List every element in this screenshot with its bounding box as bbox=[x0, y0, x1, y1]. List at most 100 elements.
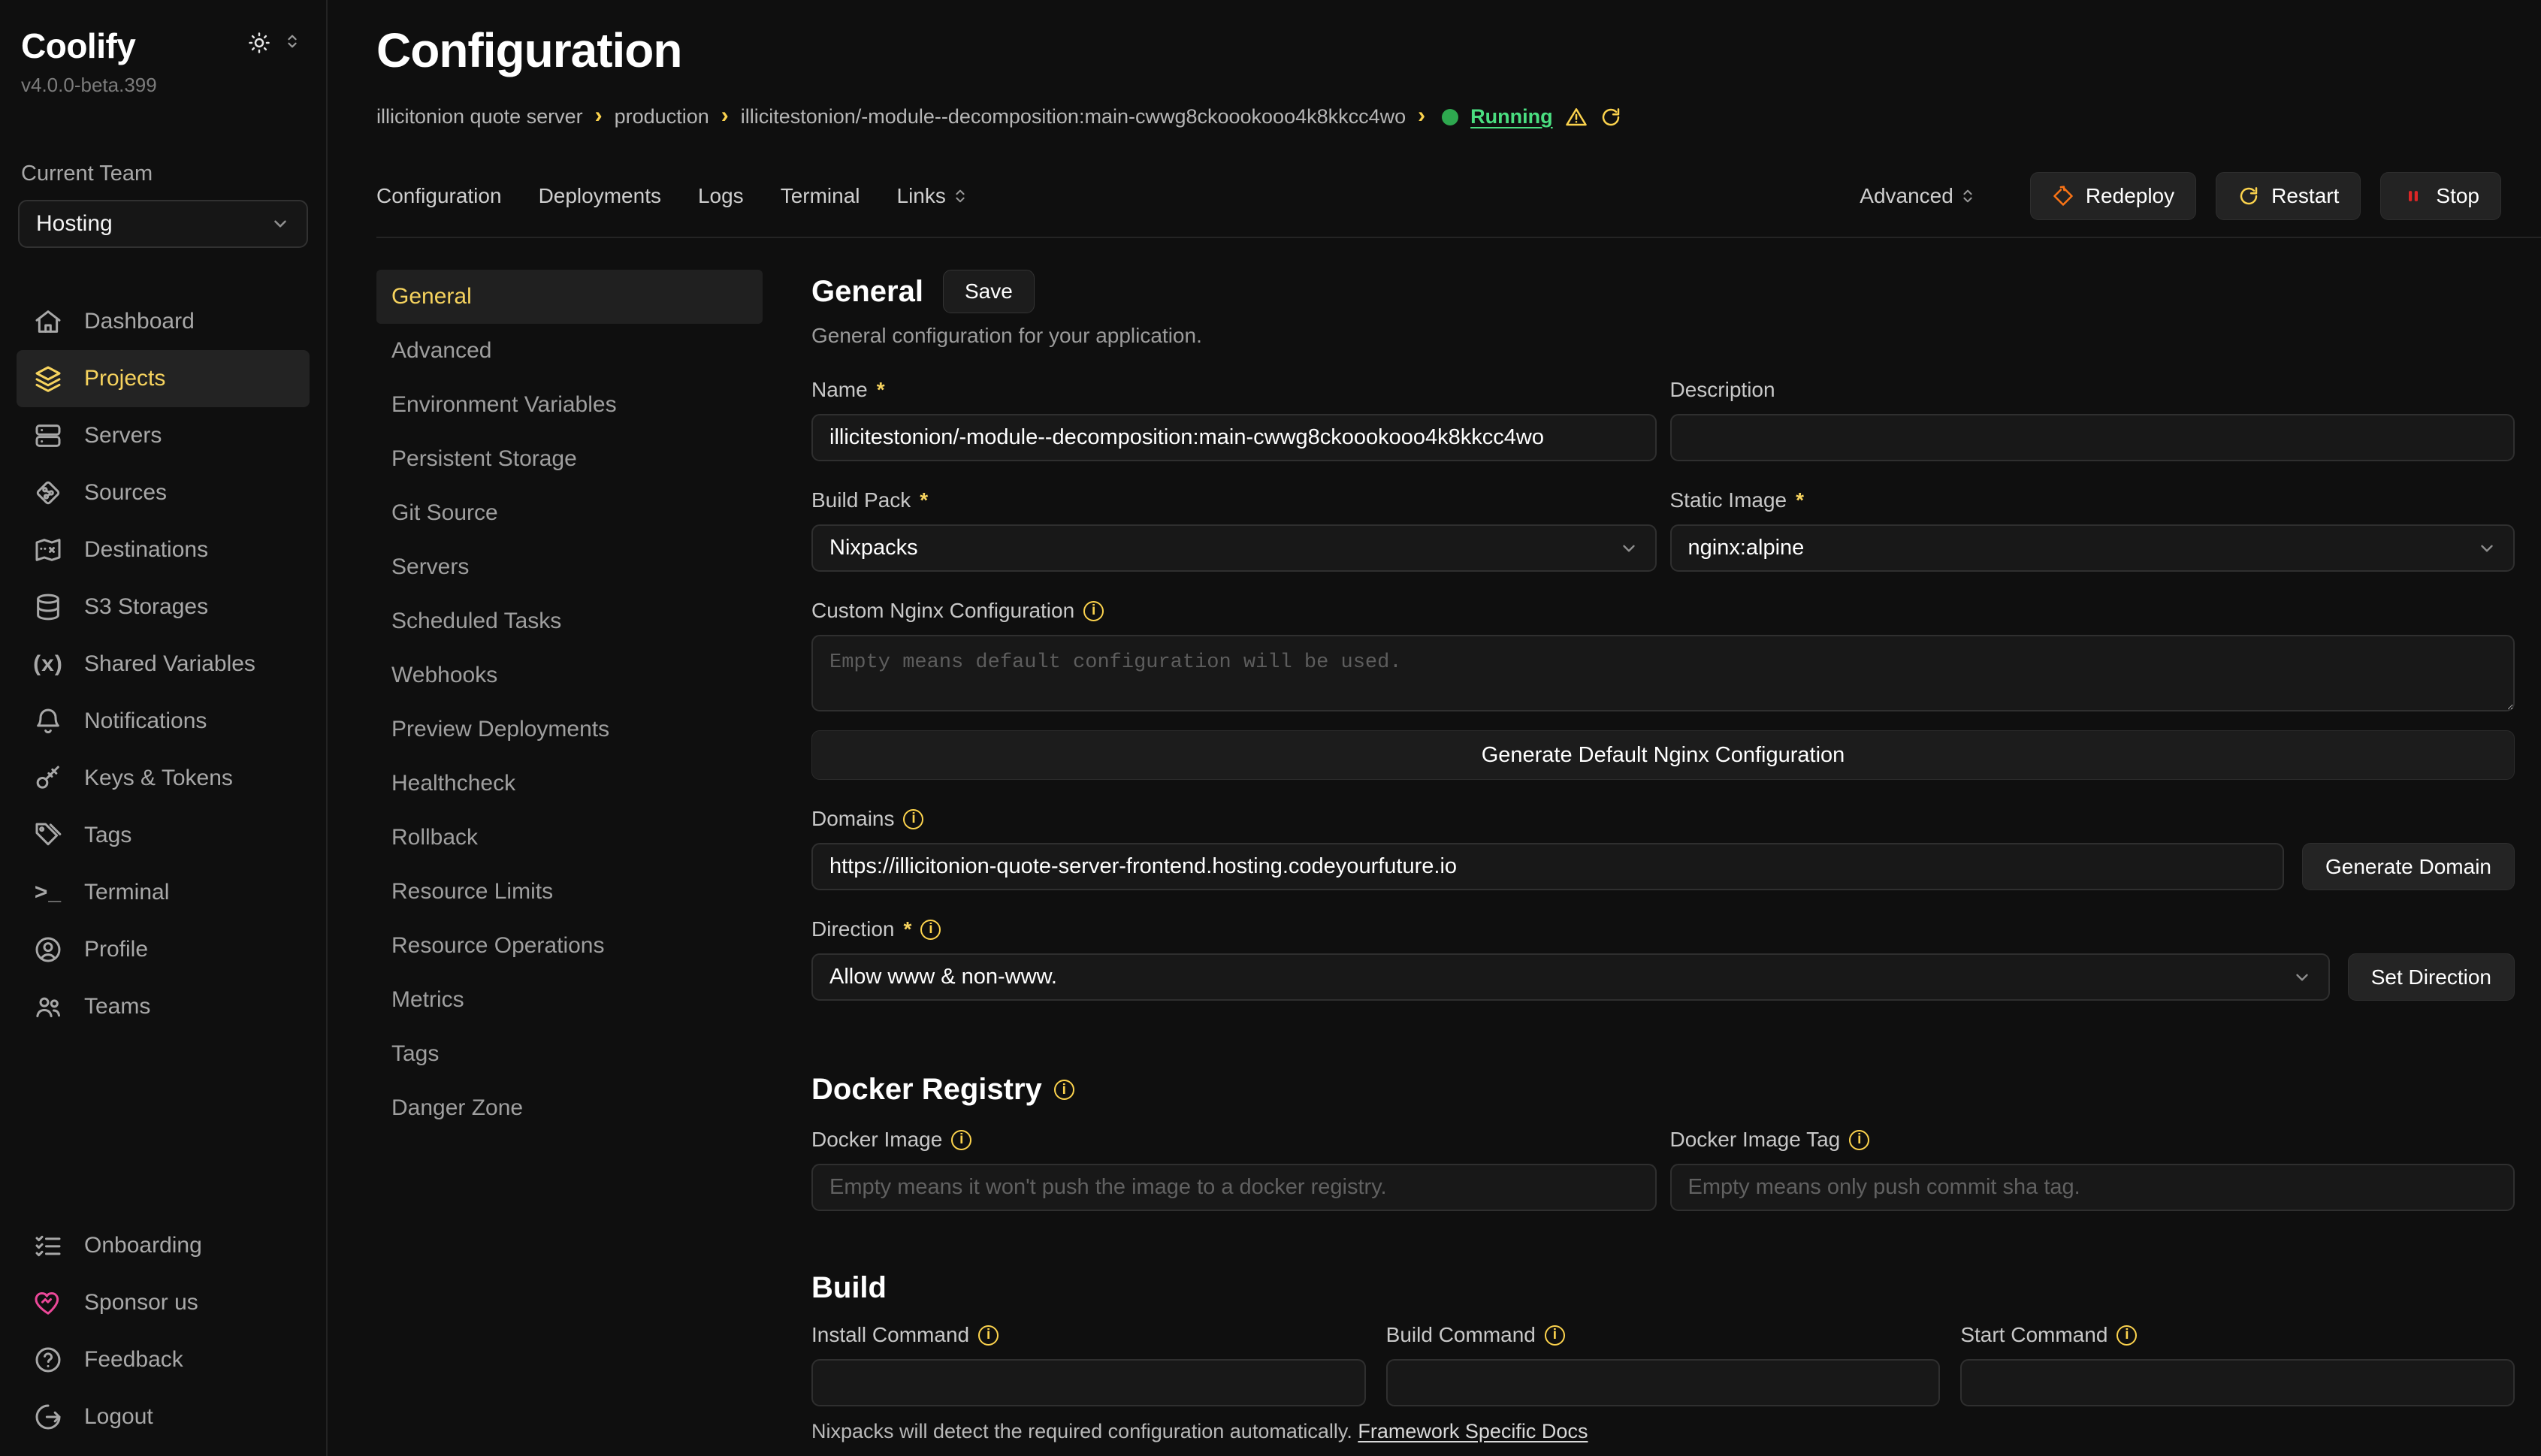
tab-deployments[interactable]: Deployments bbox=[539, 184, 661, 208]
sidebar-item-dashboard[interactable]: Dashboard bbox=[17, 293, 310, 350]
tab-terminal[interactable]: Terminal bbox=[781, 184, 860, 208]
breadcrumb-environment[interactable]: production bbox=[615, 105, 709, 128]
config-nav-danger-zone[interactable]: Danger Zone bbox=[376, 1081, 763, 1135]
config-nav-tags[interactable]: Tags bbox=[376, 1027, 763, 1081]
custom-nginx-textarea[interactable] bbox=[811, 635, 2515, 711]
sidebar-item-teams[interactable]: Teams bbox=[17, 978, 310, 1035]
sidebar-item-servers[interactable]: Servers bbox=[17, 407, 310, 464]
required-asterisk: * bbox=[877, 378, 885, 402]
info-icon[interactable]: i bbox=[1083, 601, 1104, 621]
set-direction-button[interactable]: Set Direction bbox=[2348, 953, 2515, 1001]
sidebar-item-label: Sponsor us bbox=[84, 1290, 198, 1316]
info-icon[interactable]: i bbox=[903, 809, 923, 829]
config-nav-scheduled-tasks[interactable]: Scheduled Tasks bbox=[376, 594, 763, 648]
config-nav-preview-deployments[interactable]: Preview Deployments bbox=[376, 702, 763, 757]
config-nav-healthcheck[interactable]: Healthcheck bbox=[376, 757, 763, 811]
info-icon[interactable]: i bbox=[978, 1325, 999, 1346]
key-icon bbox=[33, 763, 63, 793]
sidebar-item-label: Dashboard bbox=[84, 309, 195, 334]
theme-sun-icon[interactable] bbox=[248, 32, 270, 54]
domains-input[interactable] bbox=[811, 843, 2284, 890]
refresh-icon[interactable] bbox=[1600, 106, 1622, 128]
sidebar-item-onboarding[interactable]: Onboarding bbox=[17, 1217, 310, 1274]
generate-nginx-button[interactable]: Generate Default Nginx Configuration bbox=[811, 730, 2515, 780]
install-command-input[interactable] bbox=[811, 1359, 1366, 1406]
tab-bar: Configuration Deployments Logs Terminal … bbox=[376, 172, 2541, 220]
advanced-dropdown[interactable]: Advanced bbox=[1860, 184, 1976, 208]
team-select[interactable]: Hosting bbox=[18, 200, 308, 248]
sidebar-item-label: Teams bbox=[84, 994, 150, 1020]
sidebar-item-tags[interactable]: Tags bbox=[17, 807, 310, 864]
static-image-select[interactable]: nginx:alpine bbox=[1670, 524, 2515, 572]
config-nav-metrics[interactable]: Metrics bbox=[376, 973, 763, 1027]
chevron-down-icon bbox=[1619, 539, 1639, 558]
tab-logs[interactable]: Logs bbox=[698, 184, 744, 208]
sidebar-item-logout[interactable]: Logout bbox=[17, 1388, 310, 1445]
config-nav-servers[interactable]: Servers bbox=[376, 540, 763, 594]
config-nav-general[interactable]: General bbox=[376, 270, 763, 324]
sidebar-item-profile[interactable]: Profile bbox=[17, 921, 310, 978]
stop-button[interactable]: Stop bbox=[2380, 172, 2501, 220]
sidebar-item-label: Tags bbox=[84, 823, 131, 848]
sidebar-item-sources[interactable]: Sources bbox=[17, 464, 310, 521]
sidebar-item-projects[interactable]: Projects bbox=[17, 350, 310, 407]
config-nav-environment-variables[interactable]: Environment Variables bbox=[376, 378, 763, 432]
build-pack-select[interactable]: Nixpacks bbox=[811, 524, 1657, 572]
main-content: Configuration illicitonion quote server … bbox=[328, 0, 2541, 1456]
sidebar-item-notifications[interactable]: Notifications bbox=[17, 693, 310, 750]
docker-image-tag-input[interactable] bbox=[1670, 1164, 2515, 1211]
required-asterisk: * bbox=[920, 488, 928, 512]
info-icon[interactable]: i bbox=[2116, 1325, 2137, 1346]
info-icon[interactable]: i bbox=[920, 920, 941, 940]
sidebar-item-label: Profile bbox=[84, 937, 148, 962]
theme-updown-icon[interactable] bbox=[284, 33, 301, 50]
description-input[interactable] bbox=[1670, 414, 2515, 461]
direction-select[interactable]: Allow www & non-www. bbox=[811, 953, 2330, 1001]
restart-button[interactable]: Restart bbox=[2216, 172, 2361, 220]
sidebar-item-sponsor-us[interactable]: Sponsor us bbox=[17, 1274, 310, 1331]
breadcrumb-application[interactable]: illicitestonion/-module--decomposition:m… bbox=[741, 105, 1406, 128]
build-command-input[interactable] bbox=[1386, 1359, 1941, 1406]
status-running-link[interactable]: Running bbox=[1470, 105, 1552, 128]
docker-image-input[interactable] bbox=[811, 1164, 1657, 1211]
name-input[interactable] bbox=[811, 414, 1657, 461]
updown-chevron-icon bbox=[952, 188, 968, 204]
info-icon[interactable]: i bbox=[1849, 1130, 1869, 1150]
domains-field-group: Domainsi Generate Domain bbox=[811, 807, 2515, 890]
warning-triangle-icon[interactable] bbox=[1565, 106, 1588, 128]
users-icon bbox=[33, 992, 63, 1022]
sidebar: Coolify v4.0.0-beta.399 Current Team Hos… bbox=[0, 0, 328, 1456]
generate-domain-button[interactable]: Generate Domain bbox=[2302, 843, 2515, 890]
config-nav-resource-limits[interactable]: Resource Limits bbox=[376, 865, 763, 919]
variable-icon: (x) bbox=[33, 651, 63, 677]
framework-docs-link[interactable]: Framework Specific Docs bbox=[1358, 1420, 1588, 1442]
config-nav-webhooks[interactable]: Webhooks bbox=[376, 648, 763, 702]
sidebar-item-label: Feedback bbox=[84, 1347, 183, 1373]
config-nav-git-source[interactable]: Git Source bbox=[376, 486, 763, 540]
config-nav-advanced[interactable]: Advanced bbox=[376, 324, 763, 378]
build-heading: Build bbox=[811, 1271, 2515, 1305]
breadcrumb-project[interactable]: illicitonion quote server bbox=[376, 105, 583, 128]
info-icon[interactable]: i bbox=[1054, 1080, 1074, 1100]
general-form: General Save General configuration for y… bbox=[811, 270, 2541, 1456]
start-command-input[interactable] bbox=[1960, 1359, 2515, 1406]
sidebar-item-feedback[interactable]: Feedback bbox=[17, 1331, 310, 1388]
info-icon[interactable]: i bbox=[951, 1130, 971, 1150]
config-nav-persistent-storage[interactable]: Persistent Storage bbox=[376, 432, 763, 486]
sidebar-item-label: Projects bbox=[84, 366, 165, 391]
tab-configuration[interactable]: Configuration bbox=[376, 184, 502, 208]
sidebar-item-label: Keys & Tokens bbox=[84, 766, 233, 791]
sidebar-item-destinations[interactable]: Destinations bbox=[17, 521, 310, 578]
config-nav-resource-operations[interactable]: Resource Operations bbox=[376, 919, 763, 973]
config-nav-rollback[interactable]: Rollback bbox=[376, 811, 763, 865]
tab-links[interactable]: Links bbox=[897, 184, 968, 208]
docker-image-tag-field-group: Docker Image Tagi bbox=[1670, 1128, 2515, 1211]
save-button[interactable]: Save bbox=[943, 270, 1035, 313]
sidebar-item-shared-variables[interactable]: (x) Shared Variables bbox=[17, 636, 310, 693]
info-icon[interactable]: i bbox=[1545, 1325, 1565, 1346]
sidebar-item-terminal[interactable]: >_ Terminal bbox=[17, 864, 310, 921]
redeploy-button[interactable]: Redeploy bbox=[2030, 172, 2196, 220]
sidebar-item-s3-storages[interactable]: S3 Storages bbox=[17, 578, 310, 636]
sidebar-item-keys-tokens[interactable]: Keys & Tokens bbox=[17, 750, 310, 807]
chevron-down-icon bbox=[2477, 539, 2497, 558]
